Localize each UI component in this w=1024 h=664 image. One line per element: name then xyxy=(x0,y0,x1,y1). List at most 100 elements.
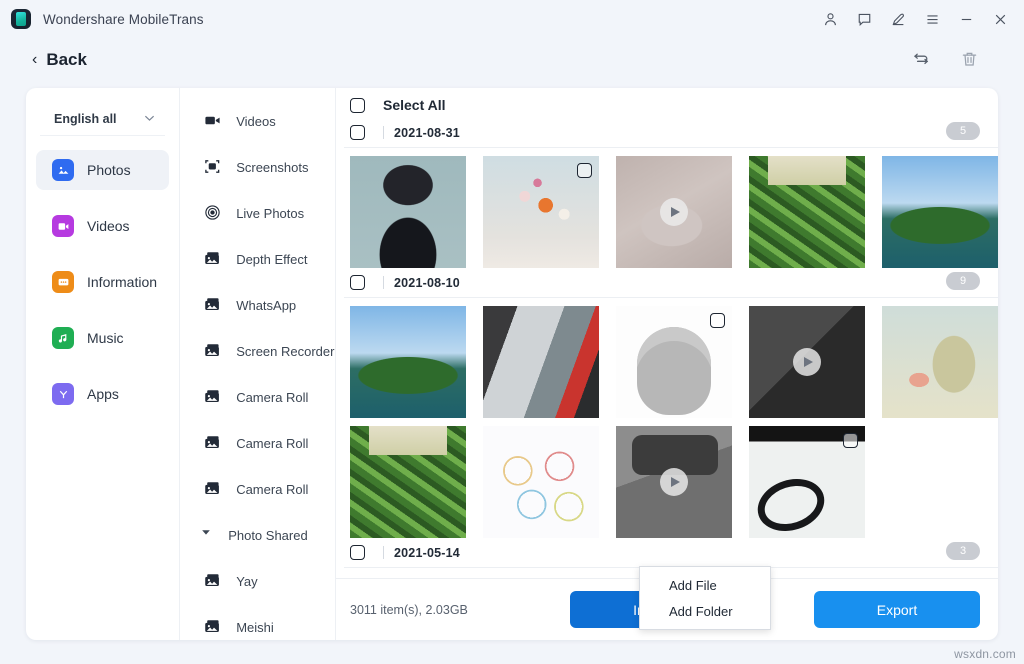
photo-thumbnail[interactable] xyxy=(749,156,865,268)
divider xyxy=(383,546,384,559)
back-button[interactable]: ‹ Back xyxy=(32,50,87,70)
photo-thumbnail[interactable] xyxy=(350,156,466,268)
photo-thumbnail[interactable] xyxy=(616,426,732,538)
thumbnail-checkbox[interactable] xyxy=(710,313,725,328)
photo-thumbnail[interactable] xyxy=(882,306,998,418)
date-group-checkbox[interactable] xyxy=(350,545,365,560)
divider xyxy=(383,126,384,139)
music-icon xyxy=(52,327,74,349)
album-item-camera-roll[interactable]: Camera Roll xyxy=(180,466,335,512)
select-all-checkbox[interactable] xyxy=(350,98,365,113)
sidebar-item-apps[interactable]: Apps xyxy=(36,374,169,414)
item-count-label: 3011 item(s), 2.03GB xyxy=(350,603,468,617)
live-photo-icon xyxy=(204,204,222,222)
album-item-yay[interactable]: Yay xyxy=(180,558,335,604)
select-all-label: Select All xyxy=(383,97,446,113)
album-item-screenshots[interactable]: Screenshots xyxy=(180,144,335,190)
divider xyxy=(383,276,384,289)
sidebar-item-information[interactable]: Information xyxy=(36,262,169,302)
mobiletrans-logo-icon xyxy=(11,9,31,29)
hamburger-menu-icon[interactable] xyxy=(916,4,948,34)
gallery-scroll[interactable]: Select All 2021-08-31 5 2021-08-10 9 2021-05… xyxy=(336,88,998,578)
album-list: Videos ScreenshotsLive PhotosDepth Effect… xyxy=(180,88,336,640)
date-group-count-badge: 9 xyxy=(946,272,980,290)
chevron-down-icon xyxy=(144,113,155,125)
select-all-row[interactable]: Select All xyxy=(344,88,998,118)
photo-thumbnail[interactable] xyxy=(616,156,732,268)
sidebar-item-music[interactable]: Music xyxy=(36,318,169,358)
photo-thumbnail[interactable] xyxy=(483,426,599,538)
sidebar-category-list: Photos Videos Information Music Apps xyxy=(26,150,179,414)
album-item-videos[interactable]: Videos xyxy=(180,98,335,144)
back-chevron-icon: ‹ xyxy=(32,52,37,68)
album-stack-icon xyxy=(204,572,222,590)
photo-thumbnail[interactable] xyxy=(882,156,998,268)
play-icon[interactable] xyxy=(793,348,821,376)
album-stack-icon xyxy=(204,296,222,314)
close-icon[interactable] xyxy=(984,4,1016,34)
album-item-whatsapp[interactable]: WhatsApp xyxy=(180,282,335,328)
account-icon[interactable] xyxy=(814,4,846,34)
thumbnail-checkbox[interactable] xyxy=(843,433,858,448)
album-item-camera-roll[interactable]: Camera Roll xyxy=(180,374,335,420)
apps-icon xyxy=(52,383,74,405)
export-button[interactable]: Export xyxy=(814,591,980,628)
album-item-label: Videos xyxy=(236,114,276,129)
video-camera-icon xyxy=(204,112,222,130)
sidebar: English all Photos Videos Information Music… xyxy=(26,88,180,640)
date-group-count-badge: 3 xyxy=(946,542,980,560)
app-title: Wondershare MobileTrans xyxy=(43,12,204,27)
photo-thumbnail[interactable] xyxy=(350,426,466,538)
feedback-icon[interactable] xyxy=(848,4,880,34)
date-group-label: 2021-08-10 xyxy=(394,276,460,290)
album-stack-icon xyxy=(204,388,222,406)
content-card: English all Photos Videos Information Music… xyxy=(26,88,998,640)
context-menu-item-add-folder[interactable]: Add Folder xyxy=(640,598,770,624)
trash-delete-icon[interactable] xyxy=(956,46,982,72)
photo-thumbnail[interactable] xyxy=(749,306,865,418)
sidebar-item-label: Music xyxy=(87,330,124,346)
context-menu-item-add-file[interactable]: Add File xyxy=(640,572,770,598)
play-icon[interactable] xyxy=(660,468,688,496)
sidebar-item-label: Photos xyxy=(87,162,131,178)
nav-bar: ‹ Back xyxy=(0,38,1024,82)
date-group-label: 2021-05-14 xyxy=(394,546,460,560)
album-item-photo-shared[interactable]: Photo Shared xyxy=(180,512,335,558)
photo-thumbnail[interactable] xyxy=(749,426,865,538)
album-item-camera-roll[interactable]: Camera Roll xyxy=(180,420,335,466)
minimize-icon[interactable] xyxy=(950,4,982,34)
album-item-depth-effect[interactable]: Depth Effect xyxy=(180,236,335,282)
information-icon xyxy=(52,271,74,293)
photo-thumbnail[interactable] xyxy=(350,306,466,418)
play-icon[interactable] xyxy=(660,198,688,226)
language-selector[interactable]: English all xyxy=(40,102,165,136)
date-group-checkbox[interactable] xyxy=(350,125,365,140)
thumbnail-checkbox[interactable] xyxy=(577,163,592,178)
album-item-label: Photo Shared xyxy=(228,528,308,543)
album-stack-icon xyxy=(204,250,222,268)
import-context-menu[interactable]: Add FileAdd Folder xyxy=(639,566,771,630)
thumbnail-row xyxy=(344,148,998,268)
album-item-label: Yay xyxy=(236,574,257,589)
thumbnail-row xyxy=(344,298,998,418)
album-item-label: Camera Roll xyxy=(236,482,308,497)
date-group-label: 2021-08-31 xyxy=(394,126,460,140)
sync-refresh-icon[interactable] xyxy=(908,46,934,72)
date-group-checkbox[interactable] xyxy=(350,275,365,290)
date-group-header[interactable]: 2021-08-31 5 xyxy=(344,118,998,148)
date-group-header[interactable]: 2021-08-10 9 xyxy=(344,268,998,298)
album-item-screen-recorder[interactable]: Screen Recorder xyxy=(180,328,335,374)
date-group-count-badge: 5 xyxy=(946,122,980,140)
date-group-header[interactable]: 2021-05-14 3 xyxy=(344,538,998,568)
photo-thumbnail[interactable] xyxy=(483,306,599,418)
album-item-live-photos[interactable]: Live Photos xyxy=(180,190,335,236)
edit-pen-icon[interactable] xyxy=(882,4,914,34)
album-item-meishi[interactable]: Meishi xyxy=(180,604,335,640)
sidebar-item-videos[interactable]: Videos xyxy=(36,206,169,246)
photo-thumbnail[interactable] xyxy=(483,156,599,268)
photo-thumbnail[interactable] xyxy=(616,306,732,418)
nav-tools xyxy=(908,46,982,72)
album-item-label: Camera Roll xyxy=(236,436,308,451)
sidebar-item-photos[interactable]: Photos xyxy=(36,150,169,190)
gallery-panel: Select All 2021-08-31 5 2021-08-10 9 2021-05… xyxy=(336,88,998,640)
